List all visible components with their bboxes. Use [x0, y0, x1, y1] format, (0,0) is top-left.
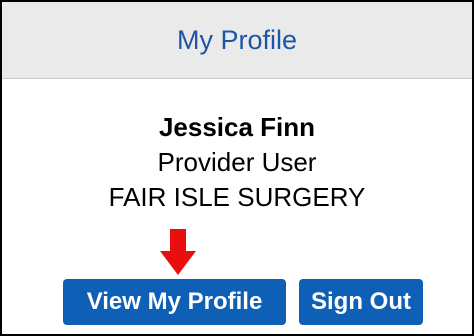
- view-my-profile-button[interactable]: View My Profile: [63, 279, 286, 325]
- red-down-arrow-icon: [160, 229, 196, 275]
- panel-header: My Profile: [2, 2, 472, 79]
- user-organization: FAIR ISLE SURGERY: [108, 182, 366, 212]
- sign-out-button[interactable]: Sign Out: [299, 279, 423, 325]
- user-name: Jessica Finn: [158, 112, 316, 142]
- profile-panel: My Profile Jessica Finn Provider User FA…: [0, 0, 474, 336]
- panel-title: My Profile: [176, 24, 298, 55]
- user-info: Jessica Finn Provider User FAIR ISLE SUR…: [2, 110, 472, 215]
- user-role: Provider User: [157, 147, 317, 177]
